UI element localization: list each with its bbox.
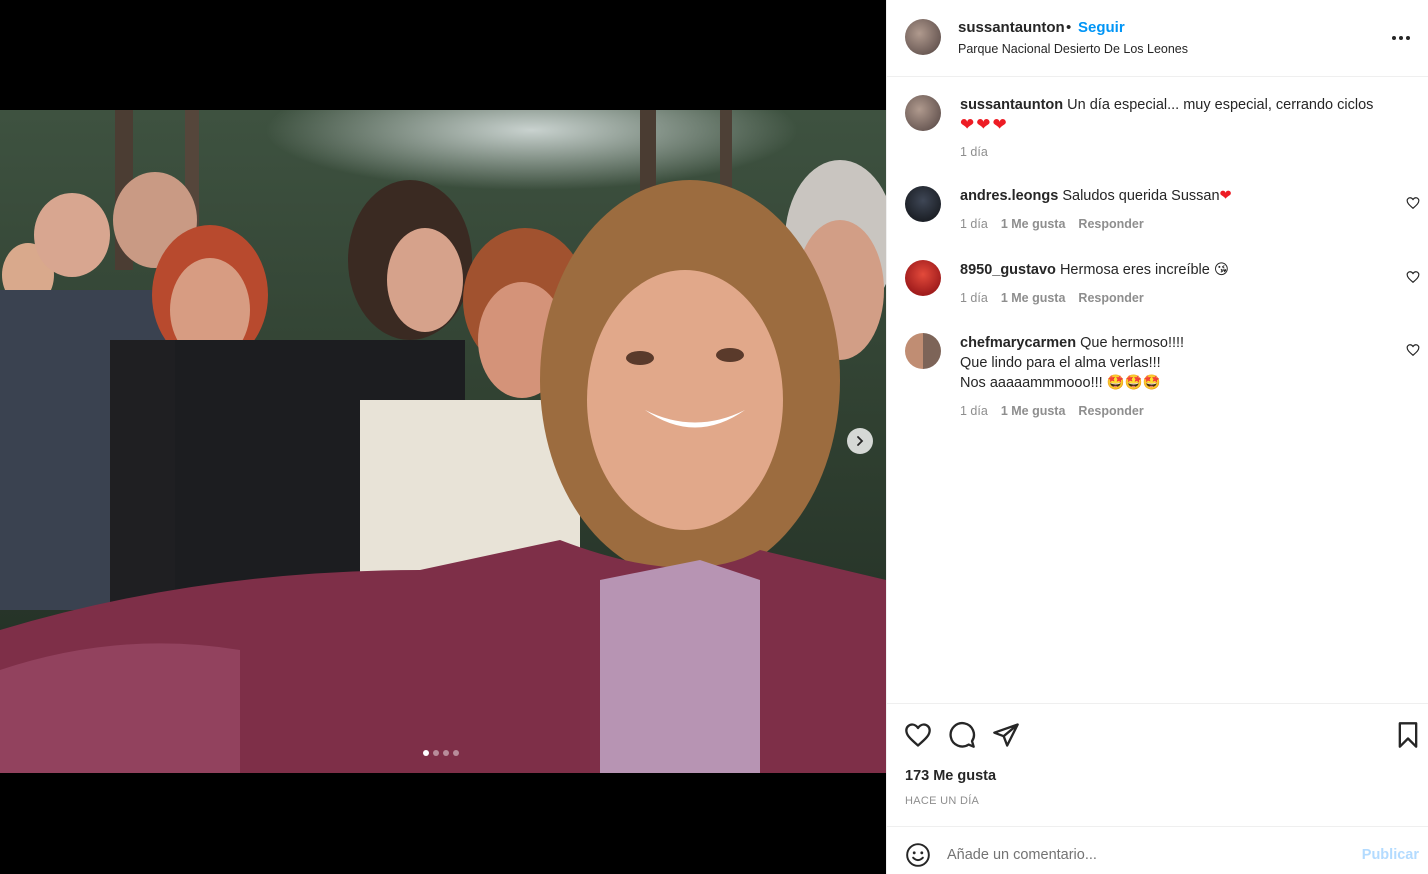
caption-text: sussantaunton Un día especial... muy esp… <box>960 95 1390 136</box>
comment-text: chefmarycarmen Que hermoso!!!! Que lindo… <box>960 333 1390 393</box>
emoji-icon[interactable] <box>905 842 931 868</box>
more-options-icon[interactable] <box>1390 28 1412 48</box>
caption-username[interactable]: sussantaunton <box>960 97 1063 113</box>
heart-outline-icon[interactable] <box>1406 196 1420 210</box>
caption-time[interactable]: 1 día <box>960 145 988 159</box>
follow-button[interactable]: Seguir <box>1078 19 1125 36</box>
like-heart-icon[interactable] <box>904 721 932 749</box>
post-header: sussantaunton • Seguir Parque Nacional D… <box>887 0 1428 77</box>
post-media <box>0 0 886 874</box>
comment-emoji: 😘 <box>1213 262 1230 278</box>
comment-likes[interactable]: 1 Me gusta <box>1001 217 1066 231</box>
comment-body-line2: Que lindo para el alma verlas!!! <box>960 355 1161 371</box>
comment-meta: 1 día 1 Me gusta Responder <box>960 217 1144 231</box>
author-username[interactable]: sussantaunton <box>958 19 1065 36</box>
carousel-next-button[interactable] <box>847 428 873 454</box>
selfie-image <box>0 110 886 773</box>
post-location[interactable]: Parque Nacional Desierto De Los Leones <box>958 42 1188 56</box>
post-time: HACE UN DÍA <box>905 795 980 807</box>
carousel-dots <box>423 750 459 756</box>
post-side-panel: sussantaunton • Seguir Parque Nacional D… <box>886 0 1428 874</box>
carousel-dot <box>453 750 459 756</box>
reply-button[interactable]: Responder <box>1078 404 1143 418</box>
comment-emoji: ❤ <box>1219 188 1232 204</box>
comment-text: andres.leongs Saludos querida Sussan❤ <box>960 186 1390 206</box>
comment-username[interactable]: andres.leongs <box>960 188 1058 204</box>
comment-bubble-icon[interactable] <box>948 721 976 749</box>
heart-outline-icon[interactable] <box>1406 343 1420 357</box>
comment-text: 8950_gustavo Hermosa eres increíble 😘 <box>960 260 1390 280</box>
comment-username[interactable]: chefmarycarmen <box>960 335 1076 351</box>
post-actions: 173 Me gusta HACE UN DÍA <box>887 703 1428 826</box>
chevron-right-icon <box>857 436 864 446</box>
comment-time[interactable]: 1 día <box>960 217 988 231</box>
heart-outline-icon[interactable] <box>1406 270 1420 284</box>
comment-emoji: 🤩🤩🤩 <box>1106 375 1161 391</box>
caption-meta: 1 día <box>960 145 988 159</box>
caption-emojis: ❤❤❤ <box>960 115 1009 134</box>
comment-likes[interactable]: 1 Me gusta <box>1001 291 1066 305</box>
commenter-avatar[interactable] <box>905 186 941 222</box>
comment-username[interactable]: 8950_gustavo <box>960 262 1056 278</box>
author-avatar[interactable] <box>905 19 941 55</box>
carousel-dot <box>423 750 429 756</box>
separator-dot: • <box>1066 19 1072 36</box>
publish-button[interactable]: Publicar <box>1362 847 1419 863</box>
comment-time[interactable]: 1 día <box>960 291 988 305</box>
comment-body: Saludos querida Sussan <box>1062 188 1220 204</box>
save-bookmark-icon[interactable] <box>1394 721 1422 749</box>
comment-meta: 1 día 1 Me gusta Responder <box>960 291 1144 305</box>
comment-body: Hermosa eres increíble <box>1059 262 1210 278</box>
author-avatar[interactable] <box>905 95 941 131</box>
comment-input[interactable] <box>947 840 1347 870</box>
commenter-avatar[interactable] <box>905 333 941 369</box>
comment-meta: 1 día 1 Me gusta Responder <box>960 404 1144 418</box>
caption-body: Un día especial... muy especial, cerrand… <box>1067 97 1374 113</box>
comment-body-line3: Nos aaaaammmooo!!! <box>960 375 1103 391</box>
share-paper-plane-icon[interactable] <box>992 721 1020 749</box>
carousel-dot <box>443 750 449 756</box>
reply-button[interactable]: Responder <box>1078 217 1143 231</box>
carousel-dot <box>433 750 439 756</box>
likes-count[interactable]: 173 Me gusta <box>905 768 996 784</box>
commenter-avatar[interactable] <box>905 260 941 296</box>
comment-likes[interactable]: 1 Me gusta <box>1001 404 1066 418</box>
comment-body: Que hermoso!!!! <box>1080 335 1185 351</box>
comment-composer: Publicar <box>887 826 1428 874</box>
post-photo[interactable] <box>0 110 886 773</box>
comment-time[interactable]: 1 día <box>960 404 988 418</box>
reply-button[interactable]: Responder <box>1078 291 1143 305</box>
